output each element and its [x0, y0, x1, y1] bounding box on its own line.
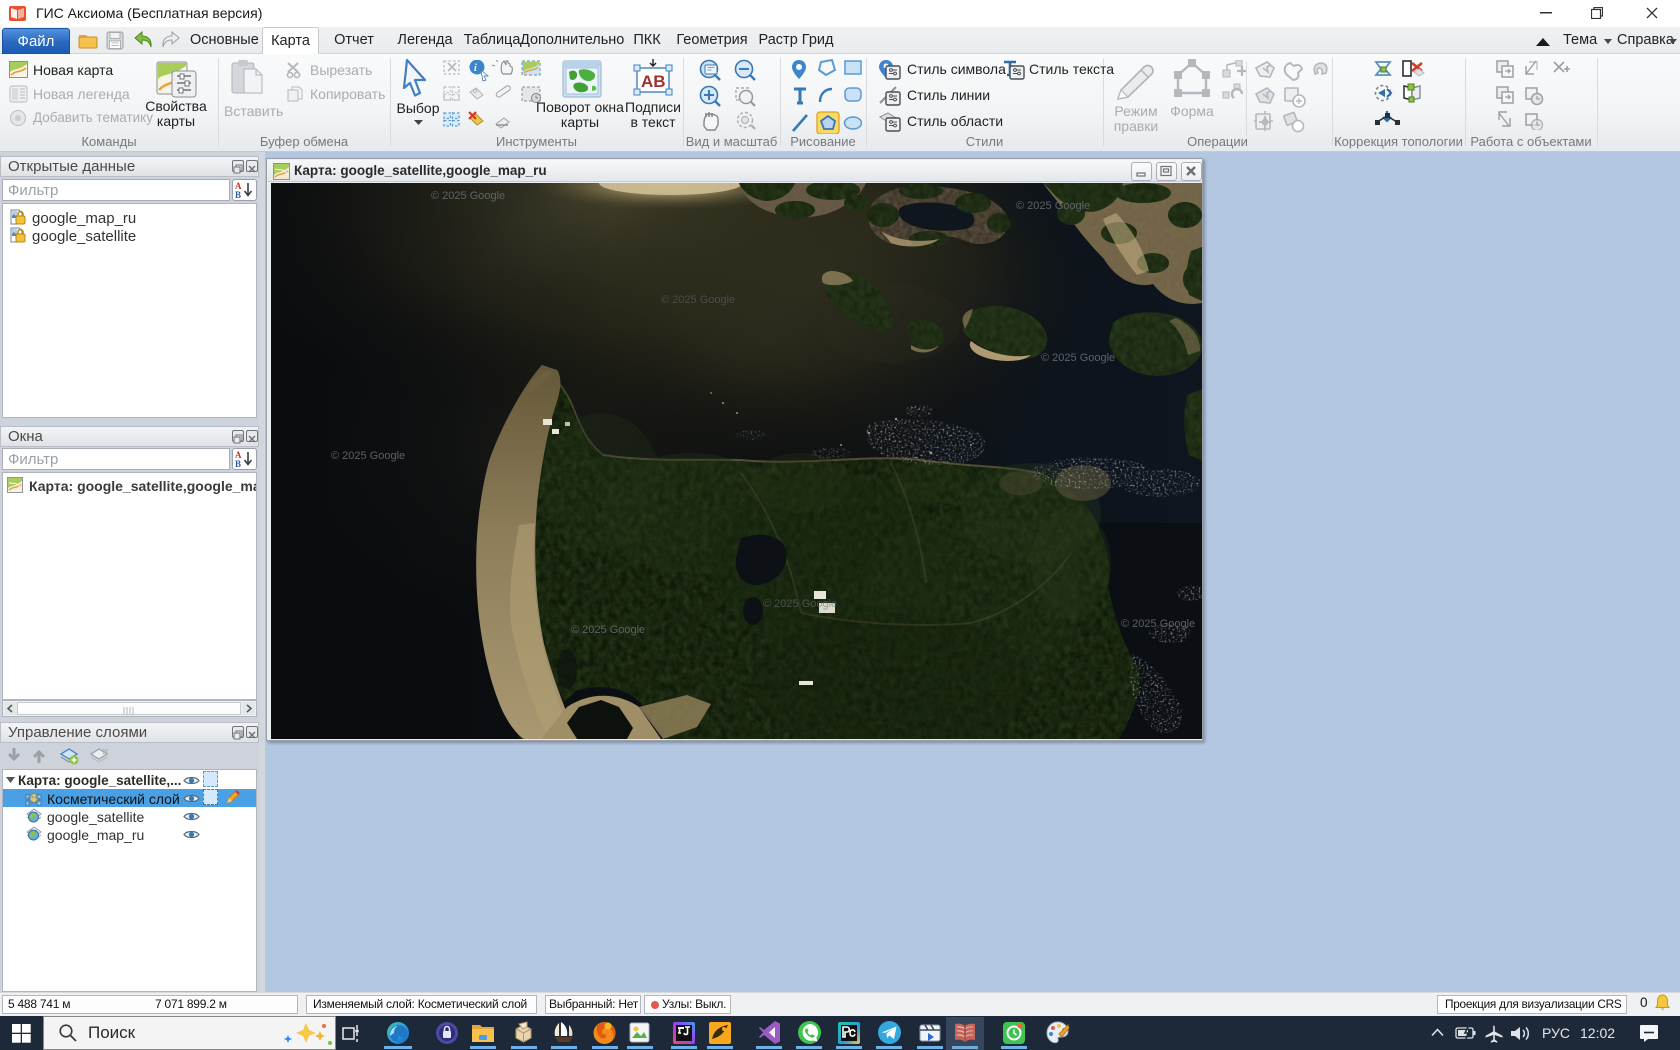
- svg-text:© 2025 Google: © 2025 Google: [1121, 618, 1195, 630]
- svg-text:© 2025 Google: © 2025 Google: [1041, 352, 1115, 364]
- svg-text:i: i: [474, 63, 477, 74]
- svg-text:© 2025 Google: © 2025 Google: [331, 450, 405, 462]
- svg-text:AB: AB: [641, 72, 666, 91]
- svg-text:© 2025 Google: © 2025 Google: [431, 190, 505, 202]
- svg-text:© 2025 Google: © 2025 Google: [1016, 200, 1090, 212]
- svg-text:© 2025 Google: © 2025 Google: [763, 598, 837, 610]
- svg-text:B: B: [235, 459, 241, 469]
- svg-text:B: B: [235, 190, 241, 200]
- svg-text:© 2025 Google: © 2025 Google: [661, 294, 735, 306]
- svg-text:© 2025 Google: © 2025 Google: [571, 624, 645, 636]
